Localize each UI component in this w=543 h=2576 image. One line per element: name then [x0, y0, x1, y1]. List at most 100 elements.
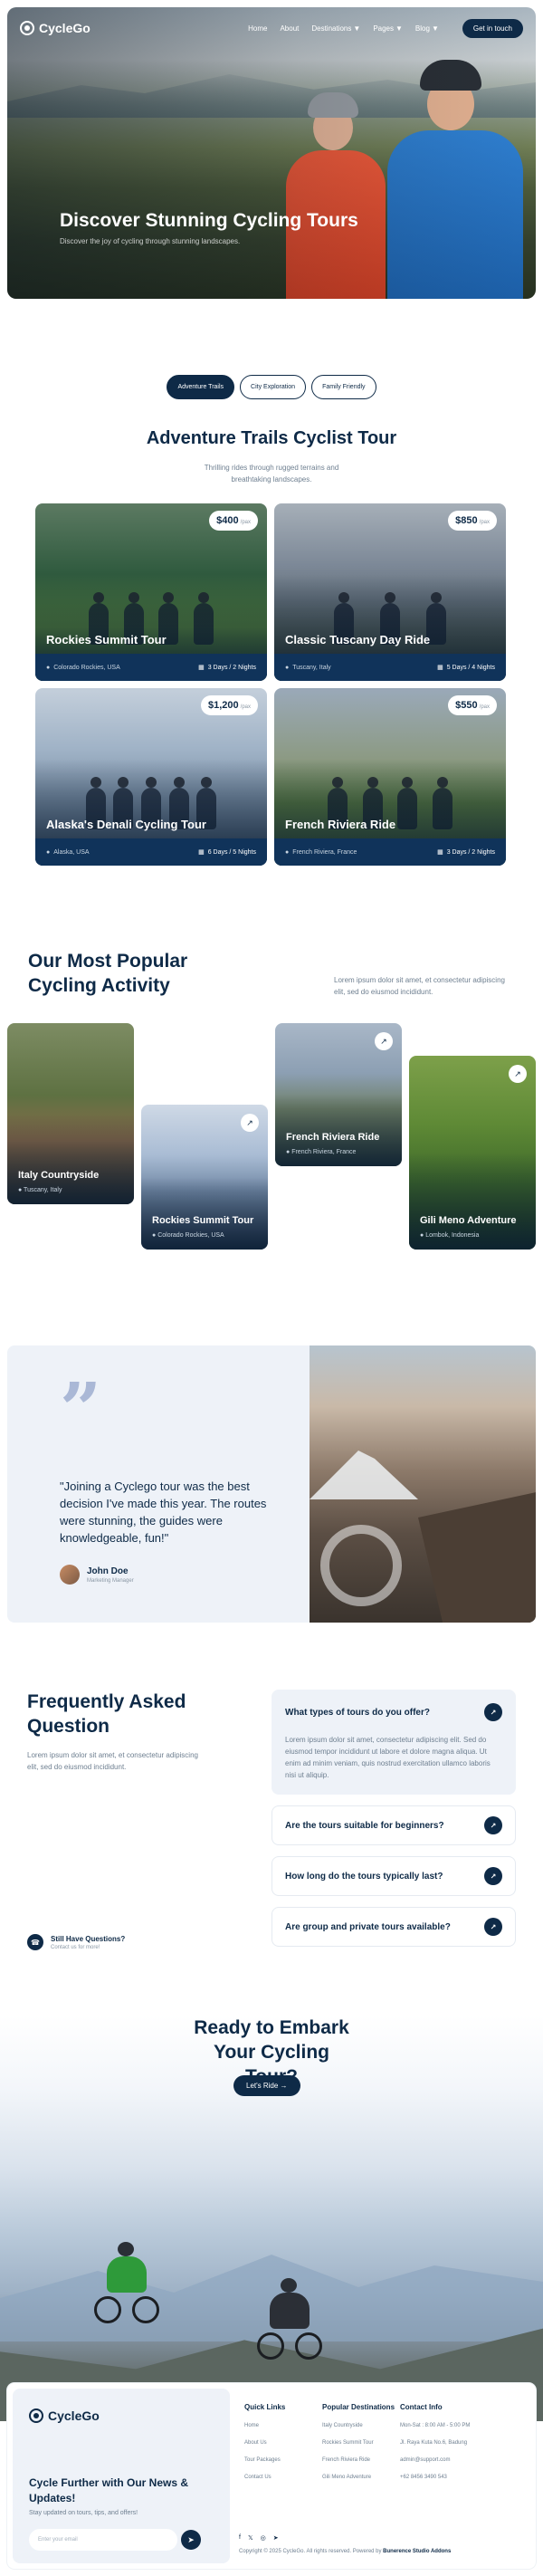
tour-duration: 6 Days / 5 Nights	[207, 849, 256, 856]
tour-category-tabs: Adventure Trails City Exploration Family…	[0, 375, 543, 399]
footer-link[interactable]: Italy Countryside	[322, 2422, 400, 2430]
calendar-icon: ▦	[198, 849, 205, 856]
footer-link[interactable]: French Riviera Ride	[322, 2456, 400, 2465]
still-title: Still Have Questions?	[51, 1934, 126, 1943]
tab-adventure-trails[interactable]: Adventure Trails	[167, 375, 235, 399]
map-pin-icon: ●	[46, 848, 51, 856]
faq-item[interactable]: Are the tours suitable for beginners? ↗	[272, 1805, 516, 1845]
price-badge: $850/pax	[448, 511, 497, 531]
arrow-up-right-icon[interactable]: ↗	[241, 1114, 259, 1132]
top-nav: CycleGo Home About Destinations ▼ Pages ▼ …	[7, 7, 536, 49]
get-in-touch-button[interactable]: Get in touch	[462, 18, 523, 38]
activity-title: Gili Meno Adventure	[420, 1215, 517, 1226]
faq-item[interactable]: Are group and private tours available? ↗	[272, 1907, 516, 1947]
calendar-icon: ▦	[437, 849, 443, 856]
footer-link[interactable]: Home	[244, 2422, 322, 2430]
activity-location: ● Tuscany, Italy	[18, 1187, 62, 1193]
activity-location: ● French Riviera, France	[286, 1149, 357, 1155]
popular-desc: Lorem ipsum dolor sit amet, et consectet…	[334, 976, 505, 996]
instagram-icon[interactable]: ◎	[261, 2534, 266, 2542]
calendar-icon: ▦	[198, 665, 205, 671]
testimonial-image	[310, 1345, 536, 1623]
tab-city-exploration[interactable]: City Exploration	[240, 375, 307, 399]
arrow-up-right-icon[interactable]: ↗	[484, 1703, 502, 1721]
price-badge: $400/pax	[209, 511, 258, 531]
phone-icon: ☎	[27, 1934, 43, 1950]
faq-item[interactable]: What types of tours do you offer? ↗ Lorem…	[272, 1690, 516, 1795]
still-have-questions[interactable]: ☎ Still Have Questions? Contact us for m…	[27, 1934, 125, 1950]
hero-subtitle: Discover the joy of cycling through stun…	[60, 237, 241, 245]
logo-icon	[29, 2408, 43, 2423]
tab-family-friendly[interactable]: Family Friendly	[311, 375, 376, 399]
activity-location: ● Colorado Rockies, USA	[152, 1232, 224, 1239]
tour-duration: 3 Days / 2 Nights	[207, 665, 256, 671]
activity-card[interactable]: Italy Countryside ● Tuscany, Italy	[7, 1023, 134, 1204]
faq-question: What types of tours do you offer?	[285, 1707, 430, 1718]
logo-text: CycleGo	[39, 21, 90, 35]
trails-title: Adventure Trails Cyclist Tour	[146, 428, 397, 448]
tour-location: Alaska, USA	[53, 848, 90, 856]
faq-answer: Lorem ipsum dolor sit amet, consectetur …	[285, 1736, 491, 1779]
faq-item[interactable]: How long do the tours typically last? ↗	[272, 1856, 516, 1896]
tour-card[interactable]: $550/pax French Riviera Ride ● French Riv…	[274, 688, 506, 866]
copyright: Copyright © 2025 CycleGo. All rights res…	[239, 2549, 452, 2554]
lets-ride-button[interactable]: Let's Ride →	[233, 2075, 300, 2096]
site-logo[interactable]: CycleGo	[20, 21, 90, 35]
logo-icon	[20, 21, 34, 35]
faq-section: Frequently Asked Question Lorem ipsum do…	[27, 1690, 516, 1961]
tour-card-title: French Riviera Ride	[285, 818, 396, 831]
popular-title: Our Most Popular Cycling Activity	[28, 951, 188, 996]
author-role: Marketing Manager	[87, 1577, 134, 1584]
email-input[interactable]: Enter your email ➤	[29, 2529, 201, 2551]
nav-blog[interactable]: Blog ▼	[415, 24, 439, 33]
contact-phone[interactable]: +62 8456 3490 543	[400, 2474, 478, 2482]
footer-link[interactable]: Tour Packages	[244, 2456, 322, 2465]
x-icon[interactable]: 𝕏	[248, 2534, 253, 2542]
faq-title: Frequently Asked Question	[27, 1691, 186, 1737]
chevron-down-icon: ▼	[353, 24, 361, 33]
footer-logo[interactable]: CycleGo	[29, 2408, 214, 2423]
faq-question: Are group and private tours available?	[285, 1921, 451, 1932]
facebook-icon[interactable]: f	[239, 2534, 241, 2542]
activity-card[interactable]: ↗ French Riviera Ride ● French Riviera, …	[275, 1023, 402, 1166]
tour-card[interactable]: $400/pax Rockies Summit Tour ● Colorado R…	[35, 503, 267, 681]
tour-card[interactable]: $1,200/pax Alaska's Denali Cycling Tour …	[35, 688, 267, 866]
contact-email[interactable]: admin@support.com	[400, 2456, 478, 2465]
footer-link[interactable]: Gili Meno Adventure	[322, 2474, 400, 2482]
map-pin-icon: ●	[285, 664, 290, 671]
popular-activities: Italy Countryside ● Tuscany, Italy ↗ Roc…	[0, 1023, 543, 1278]
footer: CycleGo Cycle Further with Our News & Up…	[7, 2383, 536, 2569]
activity-card[interactable]: ↗ Gili Meno Adventure ● Lombok, Indonesi…	[409, 1056, 536, 1250]
arrow-up-right-icon[interactable]: ↗	[484, 1918, 502, 1936]
arrow-up-right-icon[interactable]: ↗	[509, 1065, 527, 1083]
tour-duration: 5 Days / 4 Nights	[446, 665, 495, 671]
telegram-icon[interactable]: ➤	[273, 2534, 279, 2542]
price-badge: $1,200/pax	[201, 695, 258, 715]
map-pin-icon: ●	[46, 664, 51, 671]
nav-about[interactable]: About	[280, 24, 299, 33]
tour-duration: 3 Days / 2 Nights	[446, 849, 495, 856]
cta-cyclist	[94, 2242, 159, 2323]
activity-title: Italy Countryside	[18, 1170, 100, 1181]
send-button[interactable]: ➤	[181, 2530, 201, 2550]
arrow-up-right-icon[interactable]: ↗	[484, 1816, 502, 1834]
faq-list: What types of tours do you offer? ↗ Lorem…	[272, 1690, 516, 1961]
nav-destinations[interactable]: Destinations ▼	[311, 24, 360, 33]
chevron-down-icon: ▼	[395, 24, 403, 33]
newsletter-subtitle: Stay updated on tours, tips, and offers!	[29, 2510, 138, 2516]
activity-card[interactable]: ↗ Rockies Summit Tour ● Colorado Rockies…	[141, 1105, 268, 1250]
activity-title: French Riviera Ride	[286, 1132, 380, 1143]
quote-icon: ”	[60, 1366, 102, 1451]
footer-link[interactable]: Rockies Summit Tour	[322, 2439, 400, 2447]
tour-card[interactable]: $850/pax Classic Tuscany Day Ride ● Tusca…	[274, 503, 506, 681]
nav-home[interactable]: Home	[248, 24, 267, 33]
arrow-up-right-icon[interactable]: ↗	[484, 1867, 502, 1885]
faq-question: How long do the tours typically last?	[285, 1871, 443, 1882]
hero-title: Discover Stunning Cycling Tours	[60, 210, 358, 231]
footer-link[interactable]: Contact Us	[244, 2474, 322, 2482]
arrow-up-right-icon[interactable]: ↗	[375, 1032, 393, 1050]
testimonial: ” "Joining a Cyclego tour was the best d…	[7, 1345, 536, 1623]
footer-link[interactable]: About Us	[244, 2439, 322, 2447]
tour-location: Tuscany, Italy	[292, 664, 331, 671]
nav-pages[interactable]: Pages ▼	[373, 24, 403, 33]
